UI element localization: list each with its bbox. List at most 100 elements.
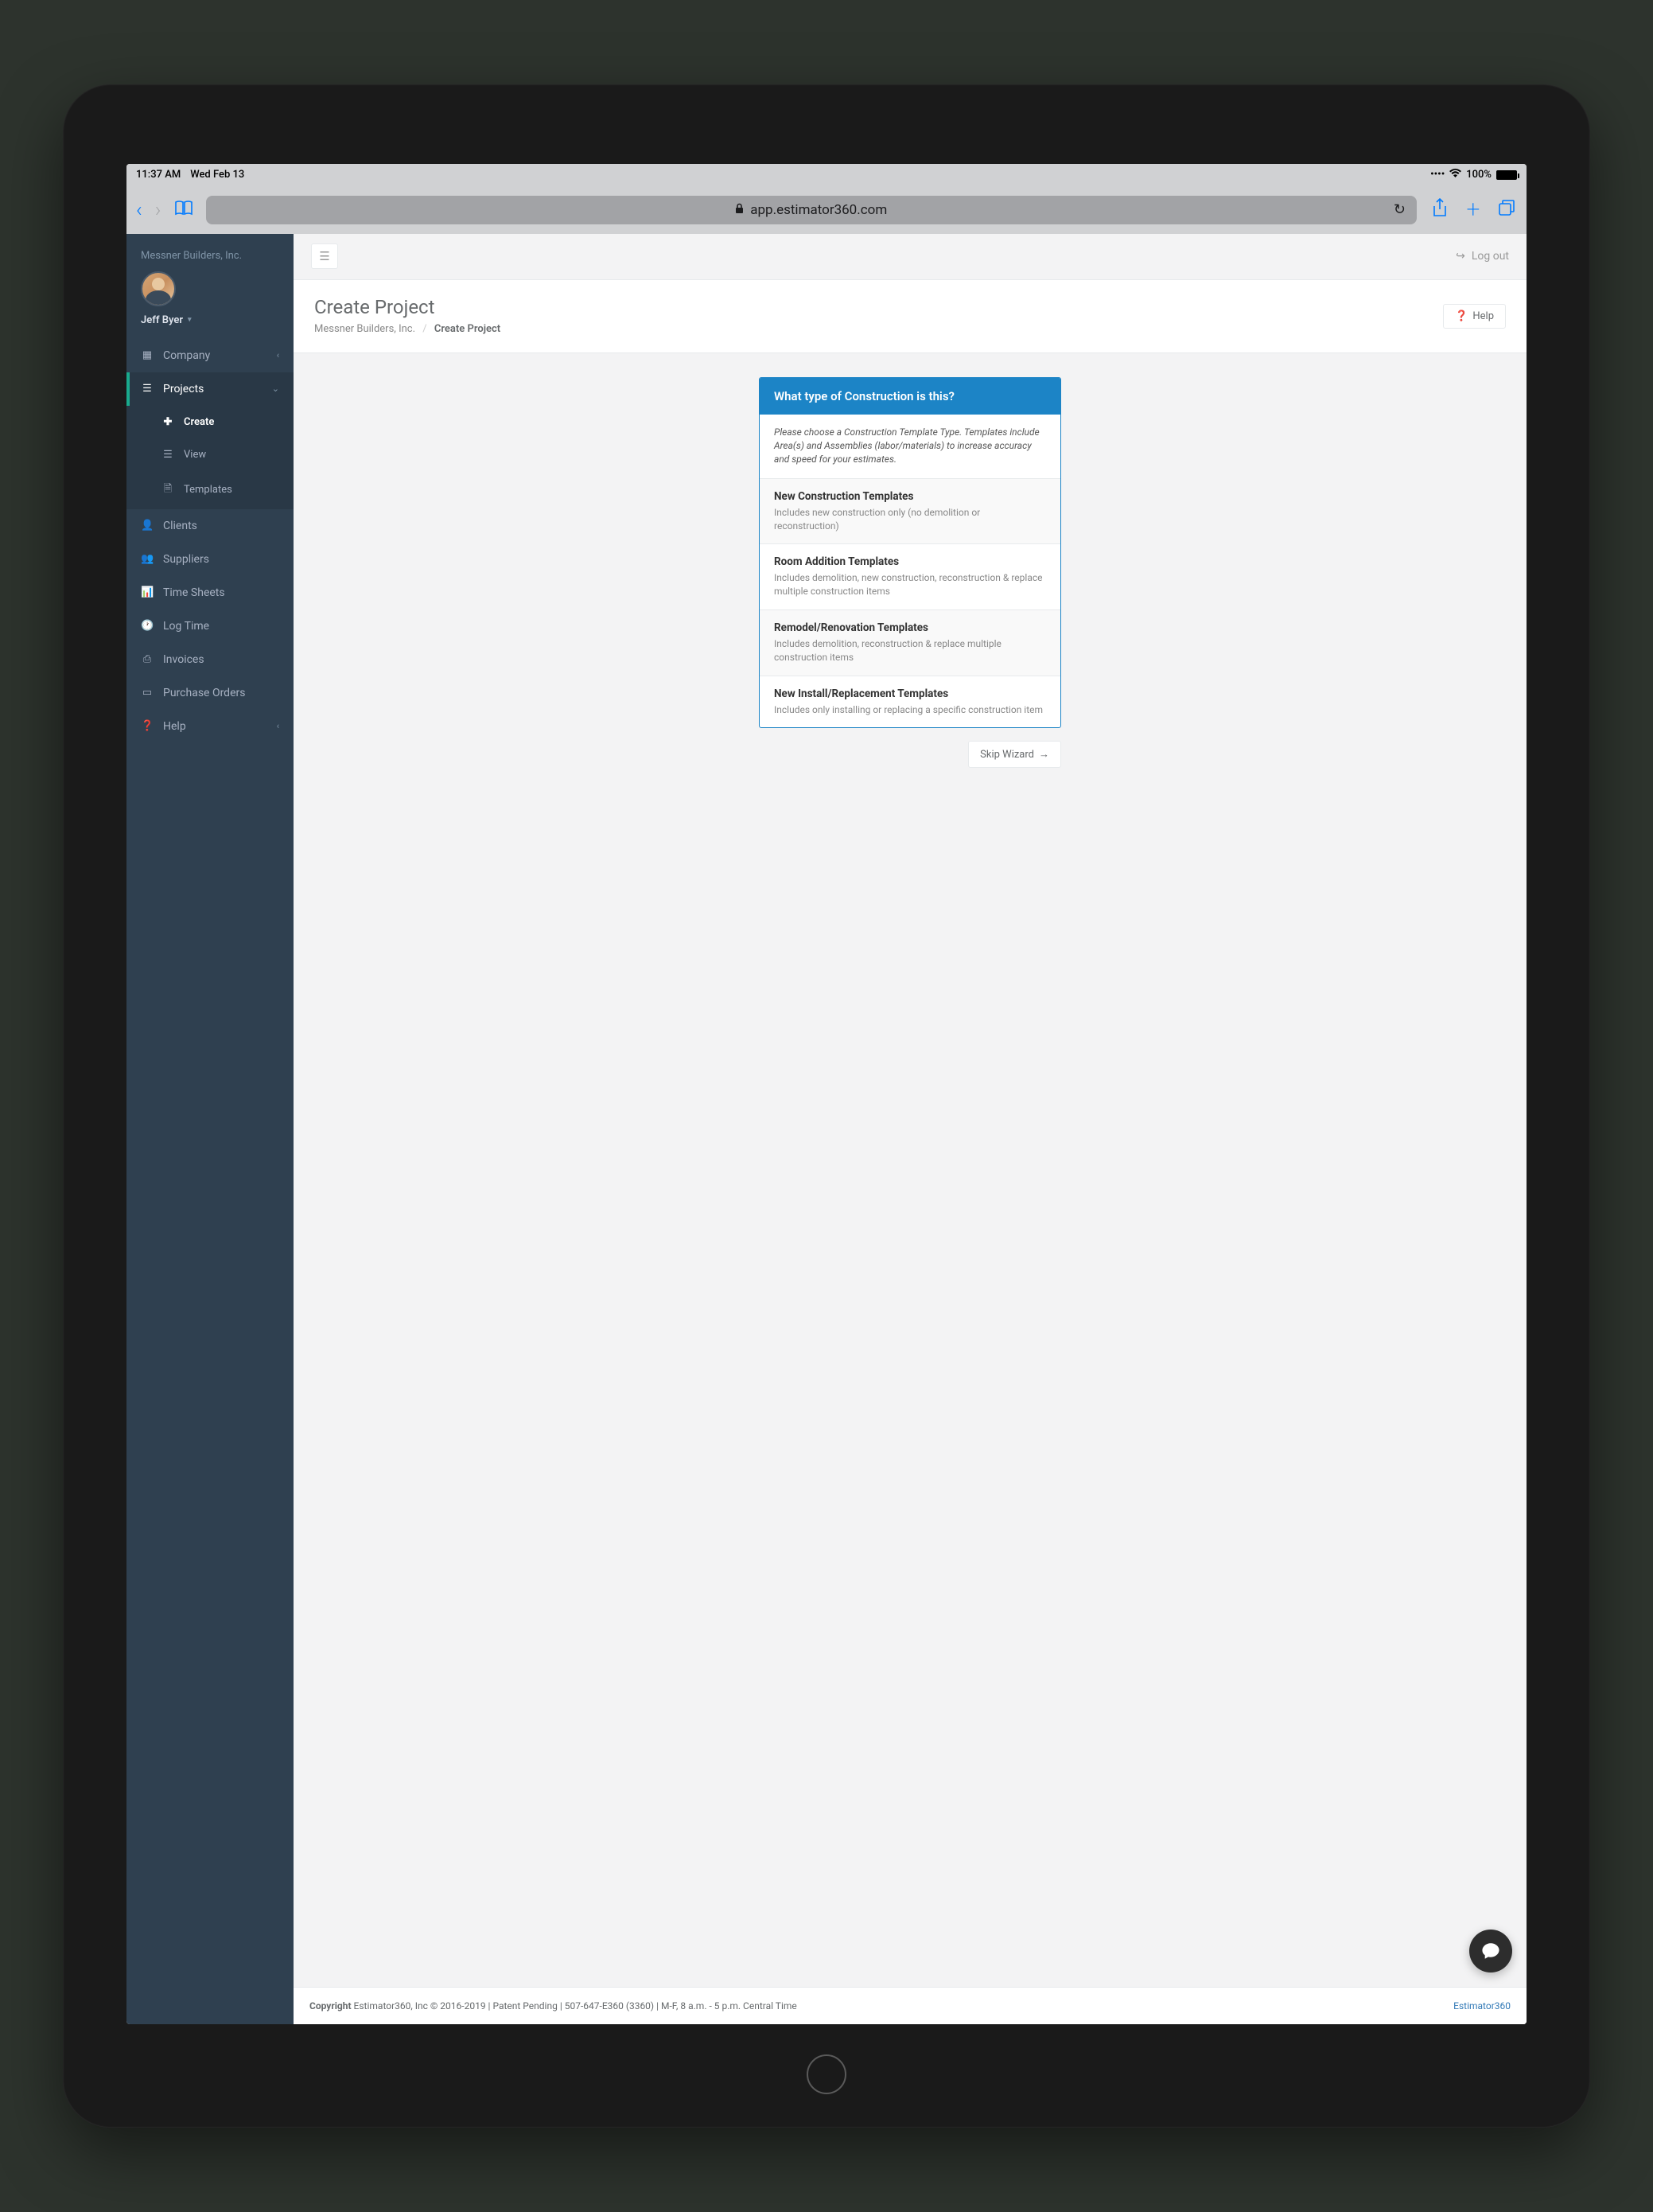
sidebar-item-company[interactable]: ▦ Company ‹ bbox=[126, 339, 294, 372]
app-container: Messner Builders, Inc. Jeff Byer ▾ ▦ Com… bbox=[126, 234, 1527, 2025]
wizard-option-desc: Includes demolition, new construction, r… bbox=[774, 571, 1046, 598]
sidebar-item-timesheets[interactable]: 📊 Time Sheets bbox=[126, 576, 294, 609]
sidebar-item-label: Projects bbox=[163, 383, 204, 395]
document-icon: 🗎 bbox=[161, 481, 174, 499]
breadcrumb-separator: / bbox=[422, 323, 426, 335]
status-time: 11:37 AM bbox=[136, 169, 181, 181]
sidebar-item-view[interactable]: ☰ View bbox=[126, 438, 294, 471]
chevron-left-icon: ‹ bbox=[277, 350, 279, 360]
avatar[interactable] bbox=[141, 271, 176, 306]
sidebar-item-label: Clients bbox=[163, 520, 197, 532]
sidebar-company: Messner Builders, Inc. bbox=[141, 250, 279, 262]
breadcrumb: Messner Builders, Inc. / Create Project bbox=[314, 323, 500, 335]
footer-text: Estimator360, Inc © 2016-2019 | Patent P… bbox=[354, 2000, 797, 2011]
projects-subnav: ✚ Create ☰ View 🗎 Templates bbox=[126, 406, 294, 509]
new-tab-button[interactable]: + bbox=[1463, 196, 1484, 224]
battery-icon bbox=[1496, 170, 1517, 180]
sidebar-item-label: Company bbox=[163, 349, 210, 362]
list-icon: ☰ bbox=[161, 449, 174, 461]
page-title: Create Project bbox=[314, 296, 500, 318]
question-icon: ❓ bbox=[141, 720, 154, 732]
credit-card-icon: ▭ bbox=[141, 687, 154, 699]
sidebar-item-templates[interactable]: 🗎 Templates bbox=[126, 471, 294, 509]
sidebar-item-purchaseorders[interactable]: ▭ Purchase Orders bbox=[126, 676, 294, 710]
wizard-option-desc: Includes demolition, reconstruction & re… bbox=[774, 637, 1046, 664]
home-button[interactable] bbox=[807, 2054, 846, 2094]
page-header: Create Project Messner Builders, Inc. / … bbox=[294, 280, 1527, 353]
skip-wizard-button[interactable]: Skip Wizard → bbox=[968, 741, 1061, 768]
sidebar-item-clients[interactable]: 👤 Clients bbox=[126, 509, 294, 543]
grid-icon: ▦ bbox=[141, 349, 154, 361]
share-icon[interactable] bbox=[1429, 198, 1450, 222]
sidebar-item-label: Help bbox=[163, 720, 186, 733]
wizard-option-title: Room Addition Templates bbox=[774, 555, 1046, 568]
chevron-left-icon: ‹ bbox=[277, 721, 279, 731]
browser-back-button[interactable]: ‹ bbox=[136, 198, 142, 222]
bookmarks-icon[interactable] bbox=[174, 200, 193, 220]
clock-icon: 🕐 bbox=[141, 620, 154, 632]
sidebar-item-logtime[interactable]: 🕐 Log Time bbox=[126, 609, 294, 643]
users-icon: 👥 bbox=[141, 553, 154, 565]
caret-down-icon: ▾ bbox=[188, 316, 192, 324]
breadcrumb-root[interactable]: Messner Builders, Inc. bbox=[314, 323, 415, 335]
tablet-frame: 11:37 AM Wed Feb 13 •••• 100% ‹ › bbox=[63, 84, 1590, 2128]
wifi-icon bbox=[1449, 169, 1461, 181]
wizard-option-install-replace[interactable]: New Install/Replacement Templates Includ… bbox=[760, 676, 1060, 728]
invoice-icon: ⎙ bbox=[141, 653, 154, 665]
user-icon: 👤 bbox=[141, 520, 154, 532]
footer: Copyright Estimator360, Inc © 2016-2019 … bbox=[294, 1987, 1527, 2024]
logout-button[interactable]: ↪ Log out bbox=[1456, 250, 1509, 263]
lock-icon bbox=[735, 203, 744, 217]
help-button[interactable]: ❓ Help bbox=[1443, 304, 1506, 329]
user-menu[interactable]: Jeff Byer ▾ bbox=[141, 314, 279, 326]
breadcrumb-current: Create Project bbox=[434, 323, 500, 335]
sidebar-item-label: Invoices bbox=[163, 653, 204, 666]
sidebar-item-suppliers[interactable]: 👥 Suppliers bbox=[126, 543, 294, 576]
chart-icon: 📊 bbox=[141, 586, 154, 598]
wizard-option-title: Remodel/Renovation Templates bbox=[774, 621, 1046, 634]
sidebar-item-label: View bbox=[184, 449, 206, 461]
tabs-icon[interactable] bbox=[1496, 199, 1517, 221]
wizard-option-title: New Install/Replacement Templates bbox=[774, 687, 1046, 700]
arrow-right-icon: → bbox=[1039, 748, 1049, 761]
sidebar-item-label: Templates bbox=[184, 484, 232, 496]
question-icon: ❓ bbox=[1455, 310, 1468, 322]
wizard-card: What type of Construction is this? Pleas… bbox=[759, 377, 1061, 729]
sidebar-item-invoices[interactable]: ⎙ Invoices bbox=[126, 643, 294, 676]
url-text: app.estimator360.com bbox=[750, 202, 887, 218]
sidebar-item-label: Create bbox=[184, 416, 214, 428]
wizard-option-new-construction[interactable]: New Construction Templates Includes new … bbox=[760, 479, 1060, 545]
wizard-intro: Please choose a Construction Template Ty… bbox=[760, 415, 1060, 479]
wizard-option-room-addition[interactable]: Room Addition Templates Includes demolit… bbox=[760, 544, 1060, 610]
wizard-option-desc: Includes only installing or replacing a … bbox=[774, 703, 1046, 717]
chat-widget-button[interactable] bbox=[1469, 1930, 1512, 1972]
sidebar-item-help[interactable]: ❓ Help ‹ bbox=[126, 710, 294, 743]
chat-icon bbox=[1480, 1941, 1501, 1961]
sidebar-item-projects[interactable]: ☰ Projects ⌄ bbox=[126, 372, 294, 406]
main-area: ☰ ↪ Log out Create Project Messner Build… bbox=[294, 234, 1527, 2025]
chevron-down-icon: ⌄ bbox=[272, 384, 279, 394]
list-icon: ☰ bbox=[141, 383, 154, 395]
cellular-icon: •••• bbox=[1430, 169, 1445, 181]
footer-link[interactable]: Estimator360 bbox=[1453, 1999, 1511, 2013]
logout-label: Log out bbox=[1472, 250, 1509, 263]
user-name-label: Jeff Byer bbox=[141, 314, 183, 326]
screen: 11:37 AM Wed Feb 13 •••• 100% ‹ › bbox=[126, 164, 1527, 2025]
help-button-label: Help bbox=[1472, 310, 1494, 322]
logout-icon: ↪ bbox=[1456, 250, 1465, 263]
browser-toolbar: ‹ › app.estimator360.com ↻ + bbox=[126, 186, 1527, 234]
reload-icon[interactable]: ↻ bbox=[1394, 201, 1406, 218]
wizard-option-desc: Includes new construction only (no demol… bbox=[774, 506, 1046, 533]
sidebar-toggle-button[interactable]: ☰ bbox=[311, 243, 338, 269]
wizard-option-remodel[interactable]: Remodel/Renovation Templates Includes de… bbox=[760, 610, 1060, 676]
status-bar: 11:37 AM Wed Feb 13 •••• 100% bbox=[126, 164, 1527, 186]
content-area: What type of Construction is this? Pleas… bbox=[294, 353, 1527, 1988]
skip-wizard-label: Skip Wizard bbox=[980, 749, 1034, 761]
plus-icon: ✚ bbox=[161, 416, 174, 428]
address-bar[interactable]: app.estimator360.com ↻ bbox=[206, 196, 1418, 224]
battery-percent: 100% bbox=[1466, 169, 1492, 181]
sidebar-item-create[interactable]: ✚ Create bbox=[126, 406, 294, 438]
footer-copyright-label: Copyright bbox=[309, 2000, 352, 2011]
wizard-header: What type of Construction is this? bbox=[760, 378, 1060, 415]
browser-forward-button: › bbox=[155, 198, 161, 222]
